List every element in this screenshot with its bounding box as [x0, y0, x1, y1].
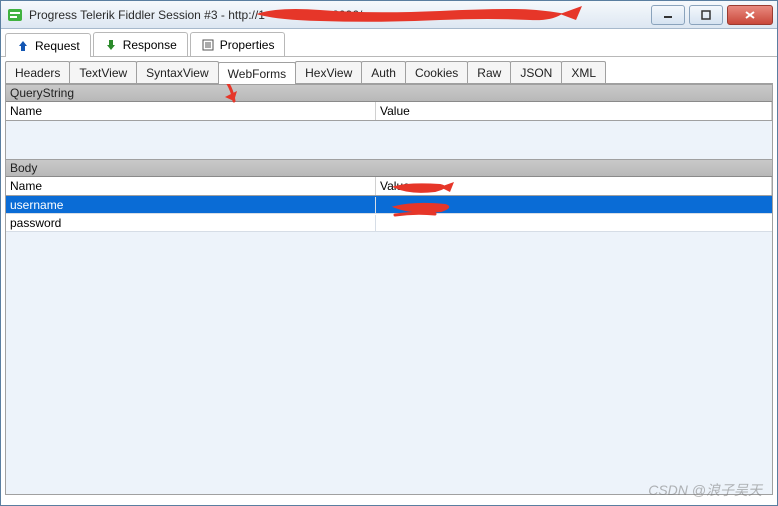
table-row[interactable]: password — [6, 214, 772, 232]
tab-request[interactable]: Request — [5, 33, 91, 57]
tab-response-label: Response — [123, 38, 177, 52]
body-col-value[interactable]: Value — [376, 177, 772, 195]
subtab-cookies[interactable]: Cookies — [405, 61, 468, 83]
subtab-headers[interactable]: Headers — [5, 61, 70, 83]
minimize-button[interactable] — [651, 5, 685, 25]
download-icon — [104, 38, 118, 52]
window-title: Progress Telerik Fiddler Session #3 - ht… — [29, 8, 651, 22]
body-header: Body — [6, 159, 772, 177]
tab-response[interactable]: Response — [93, 32, 188, 56]
table-row[interactable]: username — [6, 196, 772, 214]
cell-name: password — [6, 215, 376, 231]
subtab-xml[interactable]: XML — [561, 61, 606, 83]
tab-properties[interactable]: Properties — [190, 32, 286, 56]
titlebar: Progress Telerik Fiddler Session #3 - ht… — [1, 1, 777, 29]
tab-request-label: Request — [35, 39, 80, 53]
cell-value — [376, 222, 384, 224]
window: Progress Telerik Fiddler Session #3 - ht… — [0, 0, 778, 506]
tab-properties-label: Properties — [220, 38, 275, 52]
bottom-spacer — [1, 501, 777, 505]
subtab-textview[interactable]: TextView — [69, 61, 137, 83]
close-button[interactable] — [727, 5, 773, 25]
subtab-json[interactable]: JSON — [510, 61, 562, 83]
properties-icon — [201, 38, 215, 52]
upload-icon — [16, 39, 30, 53]
body-grid[interactable]: username password — [6, 196, 772, 494]
querystring-column-headers: Name Value — [6, 102, 772, 121]
window-controls — [651, 5, 777, 25]
subtab-webforms[interactable]: WebForms — [218, 62, 296, 84]
main-tab-strip: Request Response Properties — [1, 29, 777, 57]
sub-tab-strip: Headers TextView SyntaxView WebForms Hex… — [1, 57, 777, 84]
querystring-header: QueryString — [6, 84, 772, 102]
querystring-col-name[interactable]: Name — [6, 102, 376, 120]
subtab-syntaxview[interactable]: SyntaxView — [136, 61, 218, 83]
querystring-col-value[interactable]: Value — [376, 102, 772, 120]
body-column-headers: Name Value — [6, 177, 772, 196]
subtab-raw[interactable]: Raw — [467, 61, 511, 83]
cell-name: username — [6, 197, 376, 213]
subtab-hexview[interactable]: HexView — [295, 61, 362, 83]
subtab-auth[interactable]: Auth — [361, 61, 406, 83]
body-col-name[interactable]: Name — [6, 177, 376, 195]
app-icon — [7, 7, 23, 23]
cell-value — [376, 204, 384, 206]
webforms-panel: QueryString Name Value Body Name Value u… — [5, 84, 773, 495]
maximize-button[interactable] — [689, 5, 723, 25]
querystring-grid[interactable] — [6, 121, 772, 159]
